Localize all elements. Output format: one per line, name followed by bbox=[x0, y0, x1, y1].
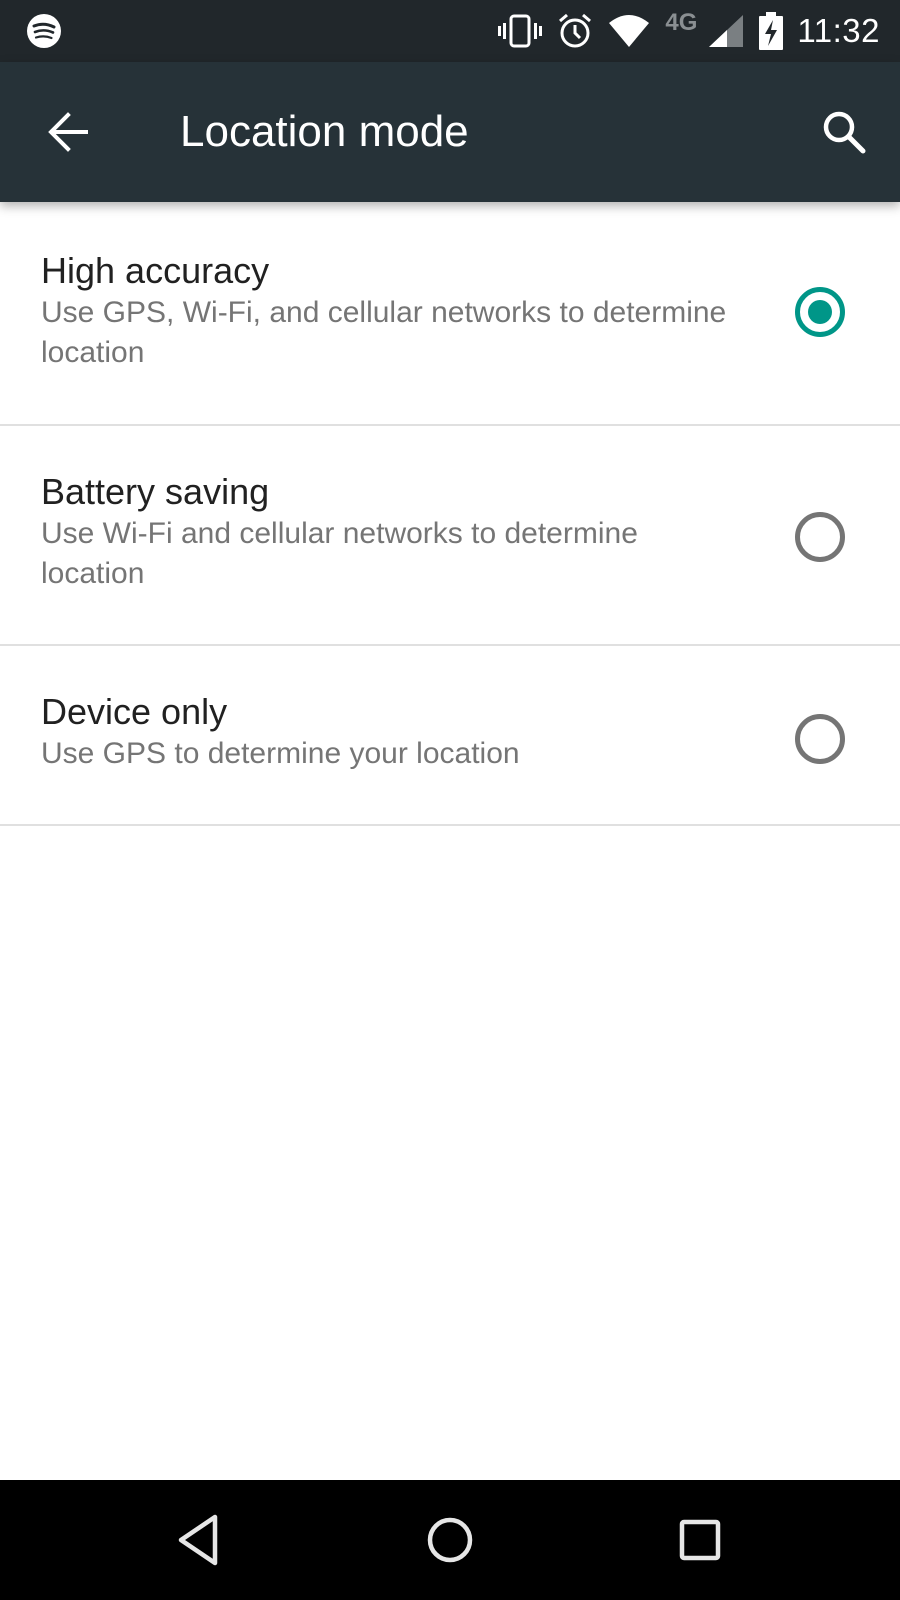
option-device-only[interactable]: Device only Use GPS to determine your lo… bbox=[0, 646, 900, 826]
status-icons: 4G 11:32 bbox=[497, 0, 880, 62]
home-circle-icon bbox=[427, 1517, 473, 1563]
status-bar: 4G 11:32 bbox=[0, 0, 900, 62]
app-bar: Location mode bbox=[0, 62, 900, 202]
nav-recents-button[interactable] bbox=[660, 1500, 740, 1580]
clock: 11:32 bbox=[797, 12, 880, 49]
option-battery-saving[interactable]: Battery saving Use Wi-Fi and cellular ne… bbox=[0, 426, 900, 646]
location-mode-list: High accuracy Use GPS, Wi-Fi, and cellul… bbox=[0, 202, 900, 826]
spotify-icon bbox=[27, 14, 61, 48]
radio-button-checked[interactable] bbox=[795, 287, 845, 337]
radio-button-unchecked[interactable] bbox=[795, 714, 845, 764]
option-summary: Use Wi-Fi and cellular networks to deter… bbox=[41, 517, 638, 590]
vibrate-icon bbox=[498, 14, 543, 48]
page-title: Location mode bbox=[180, 107, 469, 156]
option-title: Device only bbox=[41, 691, 228, 732]
nav-back-button[interactable] bbox=[160, 1500, 240, 1580]
option-summary: Use GPS, Wi-Fi, and cellular networks to… bbox=[41, 296, 727, 369]
nav-home-button[interactable] bbox=[410, 1500, 490, 1580]
recents-square-icon bbox=[679, 1519, 721, 1561]
search-icon bbox=[823, 111, 866, 154]
option-title: Battery saving bbox=[41, 471, 270, 512]
cellular-signal-icon bbox=[709, 15, 744, 47]
network-type-label: 4G bbox=[665, 9, 698, 36]
wifi-icon bbox=[609, 15, 650, 47]
alarm-icon bbox=[559, 13, 592, 48]
arrow-back-icon bbox=[48, 112, 88, 152]
search-button[interactable] bbox=[816, 104, 872, 160]
option-high-accuracy[interactable]: High accuracy Use GPS, Wi-Fi, and cellul… bbox=[0, 202, 900, 426]
back-button[interactable] bbox=[40, 104, 96, 160]
navigation-bar bbox=[0, 1480, 900, 1600]
option-summary: Use GPS to determine your location bbox=[41, 737, 520, 770]
radio-button-unchecked[interactable] bbox=[795, 512, 845, 562]
option-title: High accuracy bbox=[41, 250, 270, 291]
back-triangle-icon bbox=[178, 1514, 218, 1566]
battery-charging-icon bbox=[759, 12, 784, 50]
